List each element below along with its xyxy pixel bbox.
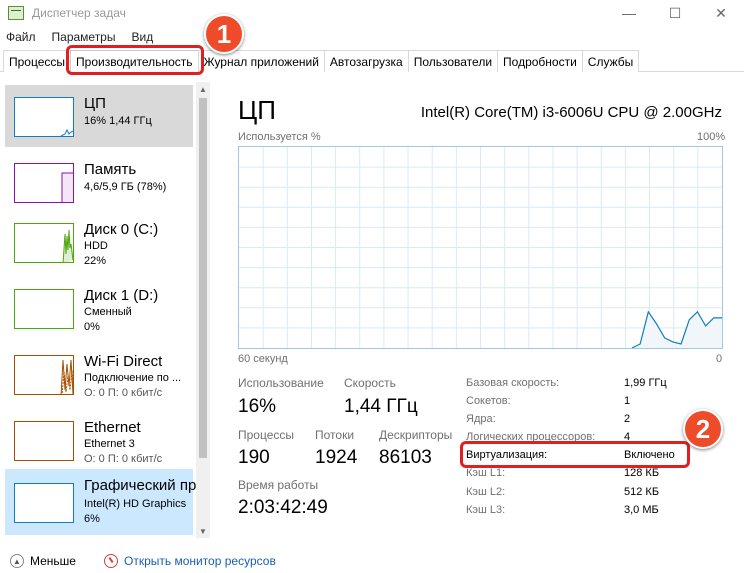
sidebar-item-detail: 0% bbox=[84, 321, 100, 333]
sidebar-item-title: Графический пр bbox=[84, 477, 197, 494]
disk0-thumbnail-graph bbox=[14, 223, 74, 263]
processes-value: 190 bbox=[238, 447, 270, 468]
tab-services[interactable]: Службы bbox=[581, 50, 640, 72]
cores-value: 2 bbox=[624, 413, 631, 425]
sidebar-item-disk1[interactable]: Диск 1 (D:) Сменный 0% bbox=[5, 277, 193, 339]
sidebar-item-subtitle: Ethernet 3 bbox=[84, 438, 135, 450]
gpu-thumbnail-graph bbox=[14, 483, 74, 523]
sidebar-item-disk0[interactable]: Диск 0 (C:) HDD 22% bbox=[5, 211, 193, 273]
tab-users[interactable]: Пользователи bbox=[407, 50, 499, 72]
l1-cache-label: Кэш L1: bbox=[466, 467, 506, 479]
scroll-thumb[interactable] bbox=[199, 98, 207, 458]
handles-value: 86103 bbox=[379, 447, 432, 468]
resource-sidebar: ЦП 16% 1,44 ГГц Память 4,6/5,9 ГБ (78%) … bbox=[0, 82, 210, 538]
disk1-thumbnail-graph bbox=[14, 289, 74, 329]
sockets-label: Сокетов: bbox=[466, 395, 511, 407]
base-speed-label: Базовая скорость: bbox=[466, 377, 560, 389]
tab-processes[interactable]: Процессы bbox=[3, 50, 72, 72]
footer-bar: ▲ Меньше Открыть монитор ресурсов bbox=[0, 549, 744, 573]
minimize-button[interactable]: — bbox=[606, 0, 652, 26]
sidebar-item-detail: 22% bbox=[84, 255, 107, 267]
sidebar-item-gpu[interactable]: Графический пр Intel(R) HD Graphics 6% bbox=[5, 469, 197, 535]
sidebar-item-subtitle: Сменный bbox=[84, 306, 132, 318]
window-title: Диспетчер задач bbox=[32, 6, 126, 20]
tab-startup[interactable]: Автозагрузка bbox=[323, 50, 409, 72]
tab-app-history[interactable]: Журнал приложений bbox=[197, 50, 325, 72]
l1-cache-value: 128 КБ bbox=[624, 467, 660, 479]
graph-label-time: 60 секунд bbox=[238, 353, 288, 365]
sockets-value: 1 bbox=[624, 395, 631, 407]
sidebar-item-subtitle: 16% 1,44 ГГц bbox=[84, 115, 152, 127]
utilization-label: Использование bbox=[238, 376, 324, 390]
sidebar-item-title: ЦП bbox=[84, 95, 106, 112]
handles-label: Дескрипторы bbox=[379, 428, 453, 442]
menu-view[interactable]: Вид bbox=[131, 30, 153, 44]
l3-cache-label: Кэш L3: bbox=[466, 504, 506, 516]
cpu-thumbnail-graph bbox=[14, 97, 74, 137]
utilization-value: 16% bbox=[238, 396, 277, 417]
speed-label: Скорость bbox=[344, 376, 396, 390]
ethernet-thumbnail-graph bbox=[14, 421, 74, 461]
sidebar-item-ethernet[interactable]: Ethernet Ethernet 3 О: 0 П: 0 кбит/с bbox=[5, 409, 193, 471]
sidebar-scrollbar[interactable]: ▲ ▼ bbox=[196, 82, 210, 538]
chevron-up-icon[interactable]: ▲ bbox=[10, 554, 24, 568]
sidebar-item-title: Диск 0 (C:) bbox=[84, 221, 159, 238]
cores-label: Ядра: bbox=[466, 413, 496, 425]
uptime-label: Время работы bbox=[238, 478, 319, 492]
maximize-button[interactable]: ☐ bbox=[652, 0, 698, 26]
sidebar-item-detail: 6% bbox=[84, 513, 100, 525]
speed-value: 1,44 ГГц bbox=[344, 396, 418, 417]
l2-cache-value: 512 КБ bbox=[624, 486, 660, 498]
l3-cache-value: 3,0 МБ bbox=[624, 504, 659, 516]
step-badge-1: 1 bbox=[204, 14, 244, 54]
sidebar-item-detail: О: 0 П: 0 кбит/с bbox=[84, 387, 163, 399]
graph-label-zero: 0 bbox=[716, 353, 723, 365]
memory-thumbnail-graph bbox=[14, 163, 74, 203]
menu-options[interactable]: Параметры bbox=[52, 30, 116, 44]
menu-bar: Файл Параметры Вид bbox=[0, 27, 169, 47]
title-bar: Диспетчер задач — ☐ ✕ bbox=[0, 0, 744, 26]
graph-label-max: 100% bbox=[697, 131, 726, 143]
uptime-value: 2:03:42:49 bbox=[238, 497, 328, 518]
fewer-details-button[interactable]: Меньше bbox=[30, 554, 76, 568]
step-badge-2: 2 bbox=[683, 409, 723, 449]
virtualization-highlight bbox=[460, 441, 690, 468]
sidebar-item-subtitle: Intel(R) HD Graphics bbox=[84, 498, 187, 510]
task-manager-icon bbox=[8, 6, 24, 20]
performance-tab-highlight bbox=[66, 45, 204, 75]
sidebar-item-subtitle: Подключение по ... bbox=[84, 372, 182, 384]
scroll-up-arrow-icon[interactable]: ▲ bbox=[196, 82, 210, 96]
sidebar-item-title: Wi-Fi Direct bbox=[84, 353, 163, 370]
base-speed-value: 1,99 ГГц bbox=[624, 377, 667, 389]
close-button[interactable]: ✕ bbox=[698, 0, 744, 26]
sidebar-item-title: Ethernet bbox=[84, 419, 141, 436]
window-controls: — ☐ ✕ bbox=[606, 0, 744, 26]
cpu-usage-graph bbox=[238, 146, 723, 349]
cpu-usage-graph-svg bbox=[239, 147, 722, 349]
threads-value: 1924 bbox=[315, 447, 358, 468]
sidebar-item-memory[interactable]: Память 4,6/5,9 ГБ (78%) bbox=[5, 151, 193, 213]
menu-file[interactable]: Файл bbox=[6, 30, 36, 44]
scroll-down-arrow-icon[interactable]: ▼ bbox=[196, 524, 210, 538]
sidebar-item-detail: О: 0 П: 0 кбит/с bbox=[84, 453, 163, 465]
sidebar-item-wifi-direct[interactable]: Wi-Fi Direct Подключение по ... О: 0 П: … bbox=[5, 343, 193, 405]
processes-label: Процессы bbox=[238, 428, 295, 442]
graph-label-usage: Используется % bbox=[238, 131, 321, 143]
sidebar-item-subtitle: HDD bbox=[84, 240, 108, 252]
open-resource-monitor-link[interactable]: Открыть монитор ресурсов bbox=[124, 554, 276, 568]
l2-cache-label: Кэш L2: bbox=[466, 486, 506, 498]
sidebar-item-cpu[interactable]: ЦП 16% 1,44 ГГц bbox=[5, 85, 193, 147]
tab-details[interactable]: Подробности bbox=[497, 50, 583, 72]
sidebar-item-subtitle: 4,6/5,9 ГБ (78%) bbox=[84, 181, 167, 193]
threads-label: Потоки bbox=[315, 428, 355, 442]
cpu-model-name: Intel(R) Core(TM) i3-6006U CPU @ 2.00GHz bbox=[420, 104, 722, 121]
wifi-thumbnail-graph bbox=[14, 355, 74, 395]
resource-monitor-icon bbox=[103, 554, 118, 568]
sidebar-item-title: Диск 1 (D:) bbox=[84, 287, 159, 304]
page-title: ЦП bbox=[238, 95, 276, 125]
sidebar-item-title: Память bbox=[84, 161, 137, 178]
